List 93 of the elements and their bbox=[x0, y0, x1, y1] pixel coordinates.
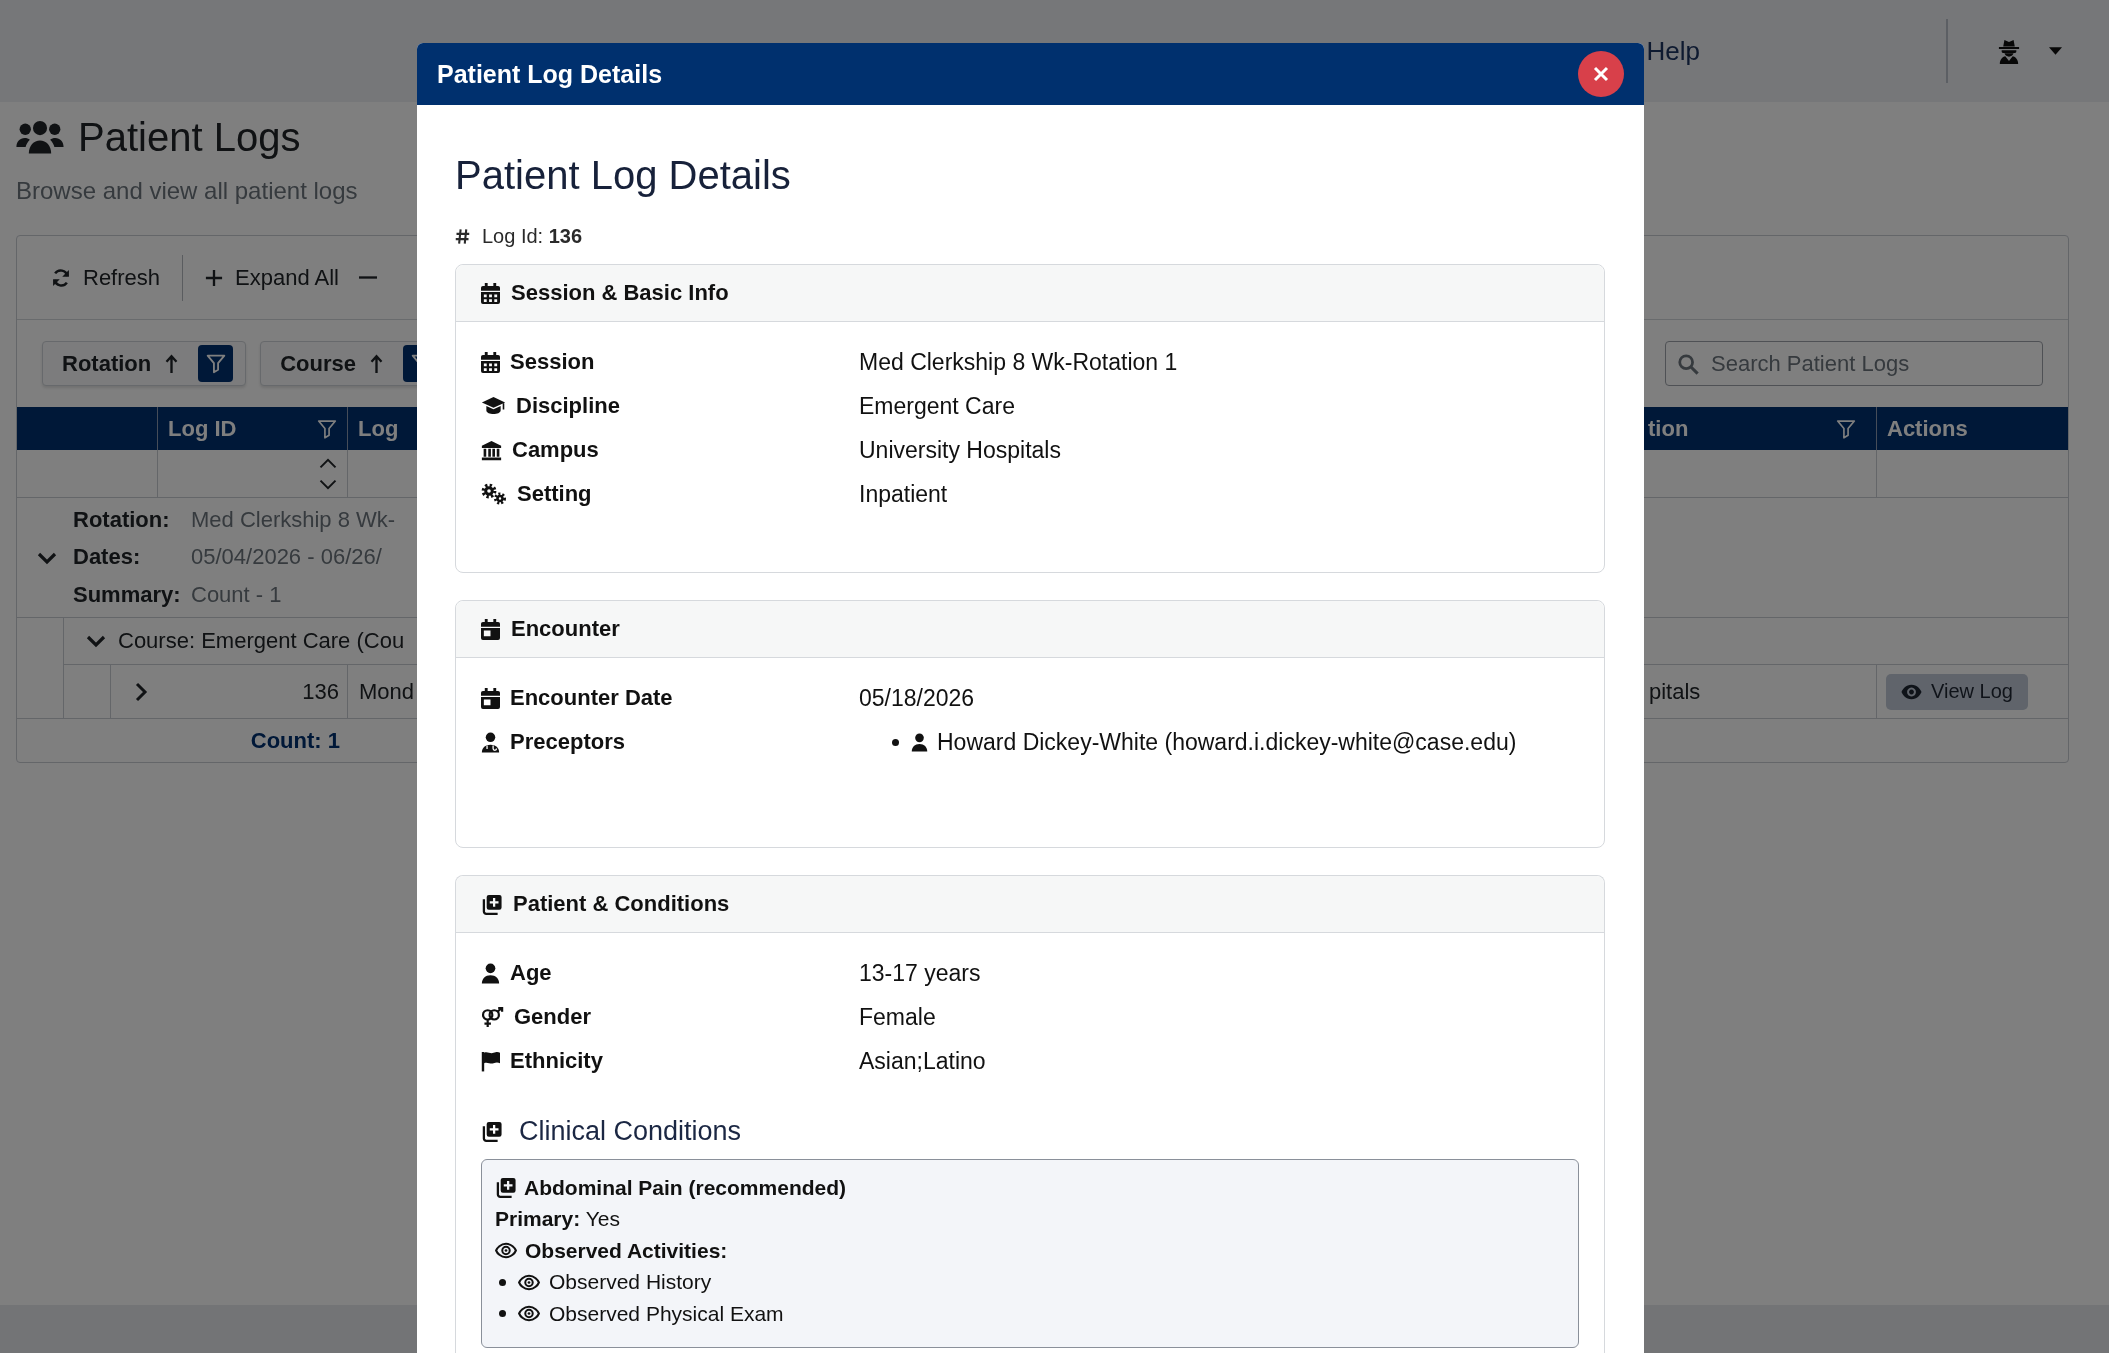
field-label: Discipline bbox=[516, 393, 620, 419]
count-label: Count: 1 bbox=[249, 727, 340, 754]
bank-icon bbox=[481, 439, 502, 461]
column-header[interactable]: Log ID bbox=[158, 407, 348, 450]
section-title: Patient & Conditions bbox=[513, 891, 730, 917]
user-icon bbox=[481, 962, 500, 984]
group-by-chip[interactable]: Rotation bbox=[42, 341, 247, 386]
field-value: University Hospitals bbox=[859, 436, 1061, 464]
section-title: Session & Basic Info bbox=[511, 280, 729, 306]
field-label: Ethnicity bbox=[510, 1048, 603, 1074]
plus-icon bbox=[205, 268, 224, 287]
eye-icon bbox=[1901, 683, 1922, 700]
preceptor-name: Howard Dickey-White (howard.i.dickey-white@case.edu) bbox=[937, 728, 1517, 756]
field-value: 05/18/2026 bbox=[859, 684, 975, 712]
condition-name: Abdominal Pain (recommended) bbox=[524, 1175, 847, 1200]
group-field-label: Rotation: bbox=[73, 506, 171, 533]
field-label: Encounter Date bbox=[510, 685, 673, 711]
bullet-icon bbox=[892, 738, 899, 746]
activity-name: Observed Physical Exam bbox=[549, 1301, 784, 1326]
help-link[interactable]: Help bbox=[1646, 35, 1700, 67]
graduation-cap-icon bbox=[481, 396, 506, 416]
minus-icon bbox=[359, 276, 377, 279]
medical-notes-icon bbox=[495, 1177, 516, 1199]
primary-text: Primary: Yes bbox=[495, 1207, 620, 1232]
view-log-button[interactable]: View Log bbox=[1886, 673, 2028, 710]
field-value: 13-17 years bbox=[859, 959, 981, 987]
gears-icon bbox=[481, 483, 507, 505]
course-group-label: Course: Emergent Care (Cou bbox=[118, 628, 405, 654]
column-header[interactable]: Log bbox=[348, 407, 418, 450]
field-value: Inpatient bbox=[859, 480, 948, 508]
section-title: Encounter bbox=[511, 616, 620, 642]
arrow-up-icon[interactable] bbox=[165, 353, 179, 374]
calendar-icon bbox=[481, 351, 500, 373]
group-field-value: 05/04/2026 - 06/26/ bbox=[191, 544, 382, 571]
search-icon bbox=[1677, 353, 1699, 375]
close-button[interactable] bbox=[1578, 51, 1624, 97]
field-label: Age bbox=[510, 960, 552, 986]
field-label: Campus bbox=[512, 437, 599, 463]
field-value: Med Clerkship 8 Wk-Rotation 1 bbox=[859, 348, 1178, 376]
medical-notes-icon bbox=[481, 1120, 502, 1142]
user-menu-button[interactable] bbox=[1998, 38, 2062, 64]
clinical-conditions-heading: Clinical Conditions bbox=[519, 1115, 742, 1147]
table-cell: 136 bbox=[302, 678, 339, 705]
group-field-value: Med Clerkship 8 Wk- bbox=[191, 506, 396, 533]
table-cell: pitals bbox=[1649, 678, 1701, 705]
group-field-value: Count - 1 bbox=[191, 581, 282, 608]
bullet-icon bbox=[499, 1278, 506, 1286]
medical-notes-icon bbox=[481, 893, 502, 915]
table-cell: Mond bbox=[359, 678, 415, 705]
users-icon bbox=[16, 120, 64, 154]
eye-icon bbox=[518, 1305, 540, 1323]
arrow-up-icon[interactable] bbox=[370, 353, 383, 374]
bullet-icon bbox=[499, 1310, 506, 1318]
field-value: Asian;Latino bbox=[859, 1047, 986, 1075]
filter-icon[interactable] bbox=[1836, 417, 1856, 440]
chevron-right-icon[interactable] bbox=[133, 681, 149, 702]
column-header[interactable]: Actions bbox=[1877, 407, 2068, 450]
activities-label: Observed Activities: bbox=[525, 1238, 728, 1263]
refresh-button[interactable]: Refresh bbox=[41, 254, 171, 301]
activity-name: Observed History bbox=[549, 1270, 712, 1295]
field-label: Session bbox=[510, 349, 595, 375]
expand-all-button[interactable]: Expand All bbox=[195, 254, 349, 301]
flag-icon bbox=[481, 1050, 500, 1072]
details-heading: Patient Log Details bbox=[455, 152, 791, 199]
dialog-title: Patient Log Details bbox=[437, 59, 663, 89]
close-icon bbox=[1593, 66, 1609, 82]
page-subtitle: Browse and view all patient logs bbox=[16, 176, 358, 206]
field-label: Preceptors bbox=[510, 729, 625, 755]
search-field[interactable]: Search Patient Logs bbox=[1665, 341, 2043, 386]
spy-icon bbox=[1998, 38, 2020, 64]
calendar-icon bbox=[481, 282, 500, 304]
eye-icon bbox=[518, 1273, 540, 1291]
log-id-text: Log Id: 136 bbox=[482, 224, 583, 248]
filter-icon bbox=[205, 353, 226, 374]
gender-icon bbox=[481, 1006, 504, 1028]
refresh-icon bbox=[51, 267, 71, 288]
eye-icon bbox=[495, 1242, 517, 1260]
doctor-icon bbox=[481, 731, 500, 753]
field-label: Gender bbox=[514, 1004, 592, 1030]
calendar-icon bbox=[481, 618, 500, 640]
filter-icon[interactable] bbox=[317, 417, 337, 440]
group-field-label: Dates: bbox=[73, 544, 142, 571]
sort-icon[interactable] bbox=[318, 456, 338, 491]
caret-down-icon bbox=[2049, 47, 2062, 55]
page-title: Patient Logs bbox=[78, 114, 301, 160]
field-value: Emergent Care bbox=[859, 392, 1015, 420]
filter-button[interactable] bbox=[198, 345, 234, 382]
field-value: Female bbox=[859, 1003, 936, 1031]
calendar-icon bbox=[481, 687, 500, 709]
field-label: Setting bbox=[517, 481, 592, 507]
group-field-label: Summary: bbox=[73, 581, 182, 608]
hash-icon bbox=[455, 227, 470, 245]
user-icon bbox=[911, 732, 928, 752]
